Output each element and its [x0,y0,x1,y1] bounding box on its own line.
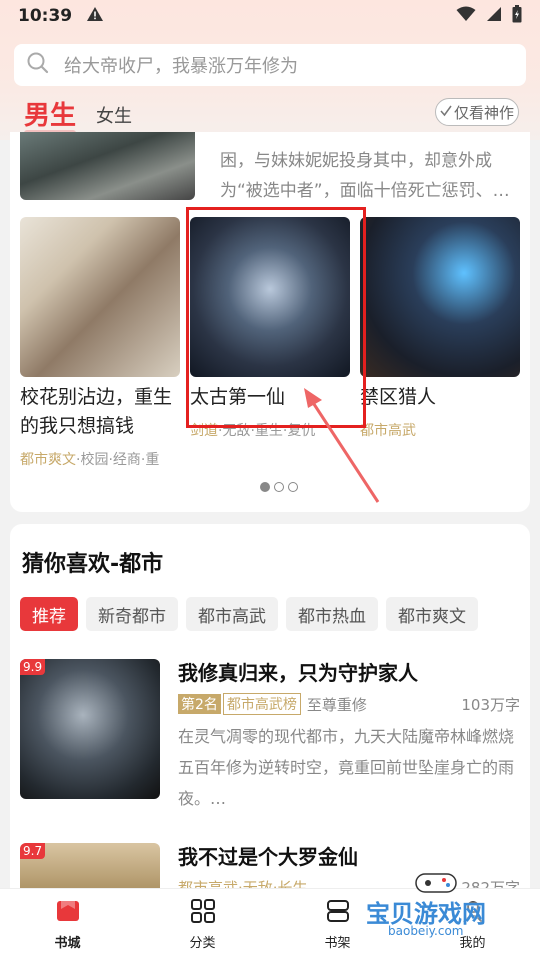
check-icon [440,103,452,121]
search-input[interactable]: 给大帝收尸，我暴涨万年修为 [14,44,526,86]
book-author: 至尊重修 [306,695,367,714]
profile-icon [460,898,486,928]
grid-icon [190,898,216,928]
signal-icon [486,6,502,27]
book-title: 我不过是个大罗金仙 [178,845,358,869]
book-title: 校花别沾边，重生的我只想搞钱 [20,386,173,437]
book-cover[interactable] [20,217,180,377]
search-placeholder: 给大帝收尸，我暴涨万年修为 [64,56,298,77]
chip-recommend[interactable]: 推荐 [20,597,78,631]
score-badge: 9.7 [20,843,46,859]
word-count: 103万字 [461,695,520,714]
book-cover[interactable] [360,217,520,377]
status-bar: 10:39 [0,0,540,32]
search-icon [26,51,50,80]
category-chips: 推荐 新奇都市 都市高武 都市热血 都市爽文 [20,597,478,631]
nav-bookstore[interactable]: 书城 [0,889,135,960]
nav-label: 书架 [324,936,351,951]
list-item[interactable]: 9.9 我修真归来，只为守护家人 第2名 都市高武榜 至尊重修 103万字 在灵… [20,659,520,809]
tab-male[interactable]: 男生 [24,95,77,136]
wifi-icon [456,6,476,27]
score-badge: 9.9 [20,659,46,675]
chip-city-martial[interactable]: 都市高武 [186,597,278,631]
top-book-row[interactable]: 困，与妹妹妮妮投身其中，却意外成为“被选中者”，面临十倍死亡惩罚、… [20,132,520,202]
only-god-filter-button[interactable]: 仅看神作 [435,98,519,126]
tab-female[interactable]: 女生 [96,102,132,132]
rank-badge: 第2名 [178,694,221,714]
book-cover[interactable] [190,217,350,377]
carousel-dot [274,482,284,492]
featured-card: 困，与妹妹妮妮投身其中，却意外成为“被选中者”，面临十倍死亡惩罚、… 校花别沾边… [10,132,530,512]
top-book-cover[interactable] [20,132,195,200]
book-cover[interactable] [20,659,160,799]
bookstore-icon [55,898,81,928]
top-book-desc: 困，与妹妹妮妮投身其中，却意外成为“被选中者”，面临十倍死亡惩罚、… [220,151,510,201]
chip-novel-city[interactable]: 新奇都市 [86,597,178,631]
recommend-card: 猜你喜欢-都市 推荐 新奇都市 都市高武 都市热血 都市爽文 9.9 我修真归来… [10,524,530,904]
nav-label: 书城 [54,936,81,951]
chip-city-cool[interactable]: 都市爽文 [386,597,478,631]
book-meta: 第2名 都市高武榜 至尊重修 103万字 [178,693,520,715]
nav-bookshelf[interactable]: 书架 [270,889,405,960]
chip-city-hotblood[interactable]: 都市热血 [286,597,378,631]
nav-label: 分类 [189,936,216,951]
book-carousel: 校花别沾边，重生的我只想搞钱 都市爽文·校园·经商·重 太古第一仙 剑道·无敌·… [20,217,530,477]
nav-label: 我的 [459,936,486,951]
bottom-nav: 书城 分类 书架 我的 [0,888,540,960]
nav-category[interactable]: 分类 [135,889,270,960]
section-title: 猜你喜欢-都市 [22,552,164,577]
book-title: 我修真归来，只为守护家人 [178,661,418,685]
book-desc: 在灵气凋零的现代都市，九天大陆魔帝林峰燃烧五百年修为逆转时空，竟重回前世坠崖身亡… [178,727,515,808]
status-time: 10:39 [18,6,73,26]
book-tags: 都市爽文·校园·经商·重 [20,452,160,468]
only-god-label: 仅看神作 [453,103,514,122]
carousel-dot [260,482,270,492]
rank-list-badge: 都市高武榜 [222,693,301,715]
book-item[interactable]: 校花别沾边，重生的我只想搞钱 都市爽文·校园·经商·重 [20,217,180,469]
warning-icon [86,6,104,27]
bookshelf-icon [325,898,351,928]
gender-tabs: 男生 女生 [24,95,132,136]
battery-icon [512,4,522,28]
pointer-arrow-icon [304,388,380,503]
nav-mine[interactable]: 我的 [405,889,540,960]
